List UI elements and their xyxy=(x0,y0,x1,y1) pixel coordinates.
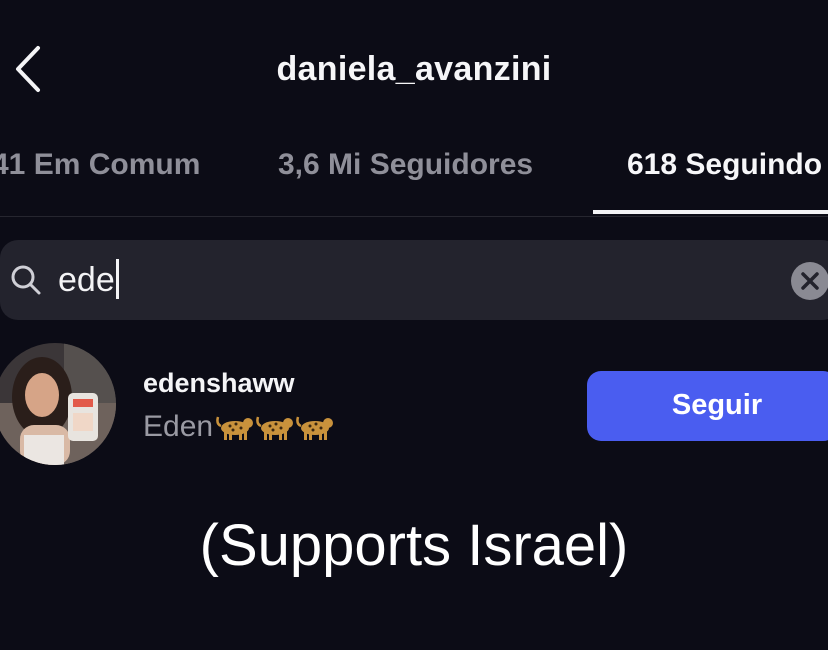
leopard-icon xyxy=(256,416,294,440)
leopard-emoji-group xyxy=(215,412,335,450)
screen: daniela_avanzini 41 Em Comum 3,6 Mi Segu… xyxy=(0,0,828,650)
result-display-name: Eden xyxy=(143,410,335,450)
clear-search-button[interactable] xyxy=(791,262,828,300)
tab-following[interactable]: 618 Seguindo xyxy=(627,148,822,182)
header: daniela_avanzini xyxy=(0,0,828,130)
search-query[interactable]: ede xyxy=(58,259,119,300)
follow-button-label: Seguir xyxy=(671,389,763,421)
active-tab-indicator xyxy=(593,210,828,214)
avatar-photo xyxy=(0,343,116,465)
follow-button[interactable]: Seguir xyxy=(587,371,828,441)
profile-username: daniela_avanzini xyxy=(276,50,552,88)
caption-overlay: (Supports Israel) xyxy=(199,513,629,578)
result-username[interactable]: edenshaww xyxy=(143,368,295,399)
tab-followers[interactable]: 3,6 Mi Seguidores xyxy=(278,148,533,182)
avatar[interactable] xyxy=(0,343,116,465)
list-item[interactable]: edenshaww Eden Seguir xyxy=(0,340,828,470)
close-icon xyxy=(801,272,819,290)
search-query-text: ede xyxy=(58,261,115,299)
follow-tabs: 41 Em Comum 3,6 Mi Seguidores 618 Seguin… xyxy=(0,130,828,217)
search-icon xyxy=(11,265,41,295)
leopard-icon xyxy=(296,416,334,440)
result-full-name: Eden xyxy=(143,410,214,443)
search-input[interactable]: ede xyxy=(0,240,828,320)
text-cursor xyxy=(115,259,119,299)
leopard-icon xyxy=(216,416,254,440)
tab-mutual[interactable]: 41 Em Comum xyxy=(0,148,200,182)
